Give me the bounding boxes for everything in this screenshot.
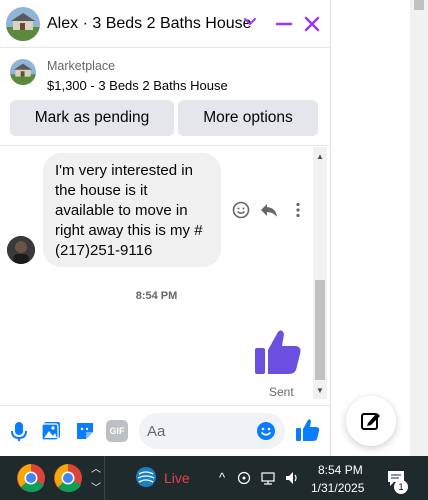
sticker-icon[interactable] [74,420,96,442]
sent-status: Sent [269,385,294,399]
taskbar: ︿ ﹀ Live ^ 8:54 PM 1/31/2025 1 [0,456,428,500]
location-icon[interactable] [236,470,252,486]
chevron-up-icon[interactable]: ︿ [90,464,102,476]
new-message-button[interactable] [346,396,396,446]
listing-title[interactable]: $1,300 - 3 Beds 2 Baths House [47,78,228,93]
chrome-icon[interactable] [16,463,46,493]
scroll-up-arrow-icon[interactable]: ▲ [313,149,327,163]
chat-header: Alex · 3 Beds 2 Baths House [0,0,331,48]
scrollbar-thumb[interactable] [315,280,325,380]
listing-avatar[interactable] [6,7,40,41]
avatar[interactable] [7,236,35,264]
photo-icon[interactable] [40,420,62,442]
sent-like-icon[interactable] [252,326,304,378]
taskbar-separator [104,456,105,500]
chat-window: Alex · 3 Beds 2 Baths House Marketplace … [0,0,331,456]
screen: Alex · 3 Beds 2 Baths House Marketplace … [0,0,428,500]
volume-icon[interactable] [284,470,300,486]
emoji-icon[interactable] [232,201,250,219]
clock-time[interactable]: 8:54 PM [318,463,363,477]
message-composer: GIF [0,405,331,456]
message-timestamp: 8:54 PM [135,290,178,302]
network-icon[interactable] [260,470,276,486]
scroll-down-arrow-icon[interactable]: ▼ [313,383,327,397]
like-icon[interactable] [295,417,321,443]
chrome-icon[interactable] [53,463,83,493]
reply-icon[interactable] [260,201,278,219]
incoming-message[interactable]: I'm very interested in the house is it a… [43,153,221,267]
compose-icon [361,413,380,430]
close-icon[interactable] [302,14,322,34]
gif-icon[interactable]: GIF [106,420,128,442]
listing-thumbnail[interactable] [10,59,36,85]
clock-date[interactable]: 1/31/2025 [311,481,364,495]
messages-scrollbar[interactable]: ▲ ▼ [313,147,327,399]
chat-title[interactable]: Alex · 3 Beds 2 Baths House [47,15,252,33]
live-label[interactable]: Live [164,470,190,486]
message-input-wrap [139,413,285,449]
chevron-down-icon[interactable] [242,14,258,30]
emoji-icon[interactable] [256,421,276,441]
header-divider [0,145,331,146]
microphone-icon[interactable] [8,420,30,442]
live-logo-icon[interactable] [135,466,157,488]
page-scrollbar-thumb[interactable] [414,0,424,10]
chevron-up-icon[interactable]: ^ [214,470,230,486]
mark-as-pending-button[interactable]: Mark as pending [10,100,174,136]
message-input[interactable] [147,420,247,442]
more-options-button[interactable]: More options [178,100,318,136]
chevron-down-icon[interactable]: ﹀ [90,483,102,495]
page-scrollbar[interactable] [410,0,428,456]
minimize-icon[interactable] [274,14,294,34]
marketplace-label: Marketplace [47,59,116,73]
more-dots-icon[interactable] [289,201,307,219]
notification-badge: 1 [394,480,408,494]
